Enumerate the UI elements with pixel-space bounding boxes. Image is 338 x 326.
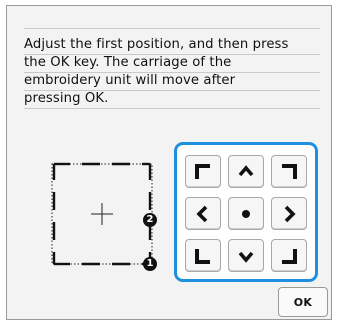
center-dot-icon xyxy=(242,209,250,218)
position-diagram: 2 1 xyxy=(48,158,166,280)
move-right-button[interactable] xyxy=(271,197,307,230)
position-keypad xyxy=(174,142,318,282)
message-line-1: Adjust the first position, and then pres… xyxy=(24,36,320,55)
move-up-left-button[interactable] xyxy=(185,155,221,188)
move-down-button[interactable] xyxy=(228,239,264,272)
corner-up-left-icon xyxy=(195,163,210,179)
move-down-left-button[interactable] xyxy=(185,239,221,272)
move-center-button[interactable] xyxy=(228,197,264,230)
chevron-left-icon xyxy=(196,205,208,222)
corner-down-right-icon xyxy=(282,248,297,264)
chevron-right-icon xyxy=(284,205,296,222)
corner-down-left-icon xyxy=(195,248,210,264)
corner-up-right-icon xyxy=(282,163,297,179)
message-line-2: the OK key. The carriage of the xyxy=(24,54,320,73)
message-line-3: embroidery unit will move after xyxy=(24,72,320,91)
message-top-rule xyxy=(24,28,320,29)
callout-2-badge: 2 xyxy=(143,213,157,227)
callout-1-badge: 1 xyxy=(143,257,157,271)
screen: Adjust the first position, and then pres… xyxy=(0,0,338,326)
ok-button[interactable]: OK xyxy=(278,287,328,317)
move-left-button[interactable] xyxy=(185,197,221,230)
move-up-right-button[interactable] xyxy=(271,155,307,188)
move-down-right-button[interactable] xyxy=(271,239,307,272)
chevron-up-icon xyxy=(238,164,254,176)
message-line-4: pressing OK. xyxy=(24,90,320,109)
chevron-down-icon xyxy=(238,251,254,263)
move-up-button[interactable] xyxy=(228,155,264,188)
